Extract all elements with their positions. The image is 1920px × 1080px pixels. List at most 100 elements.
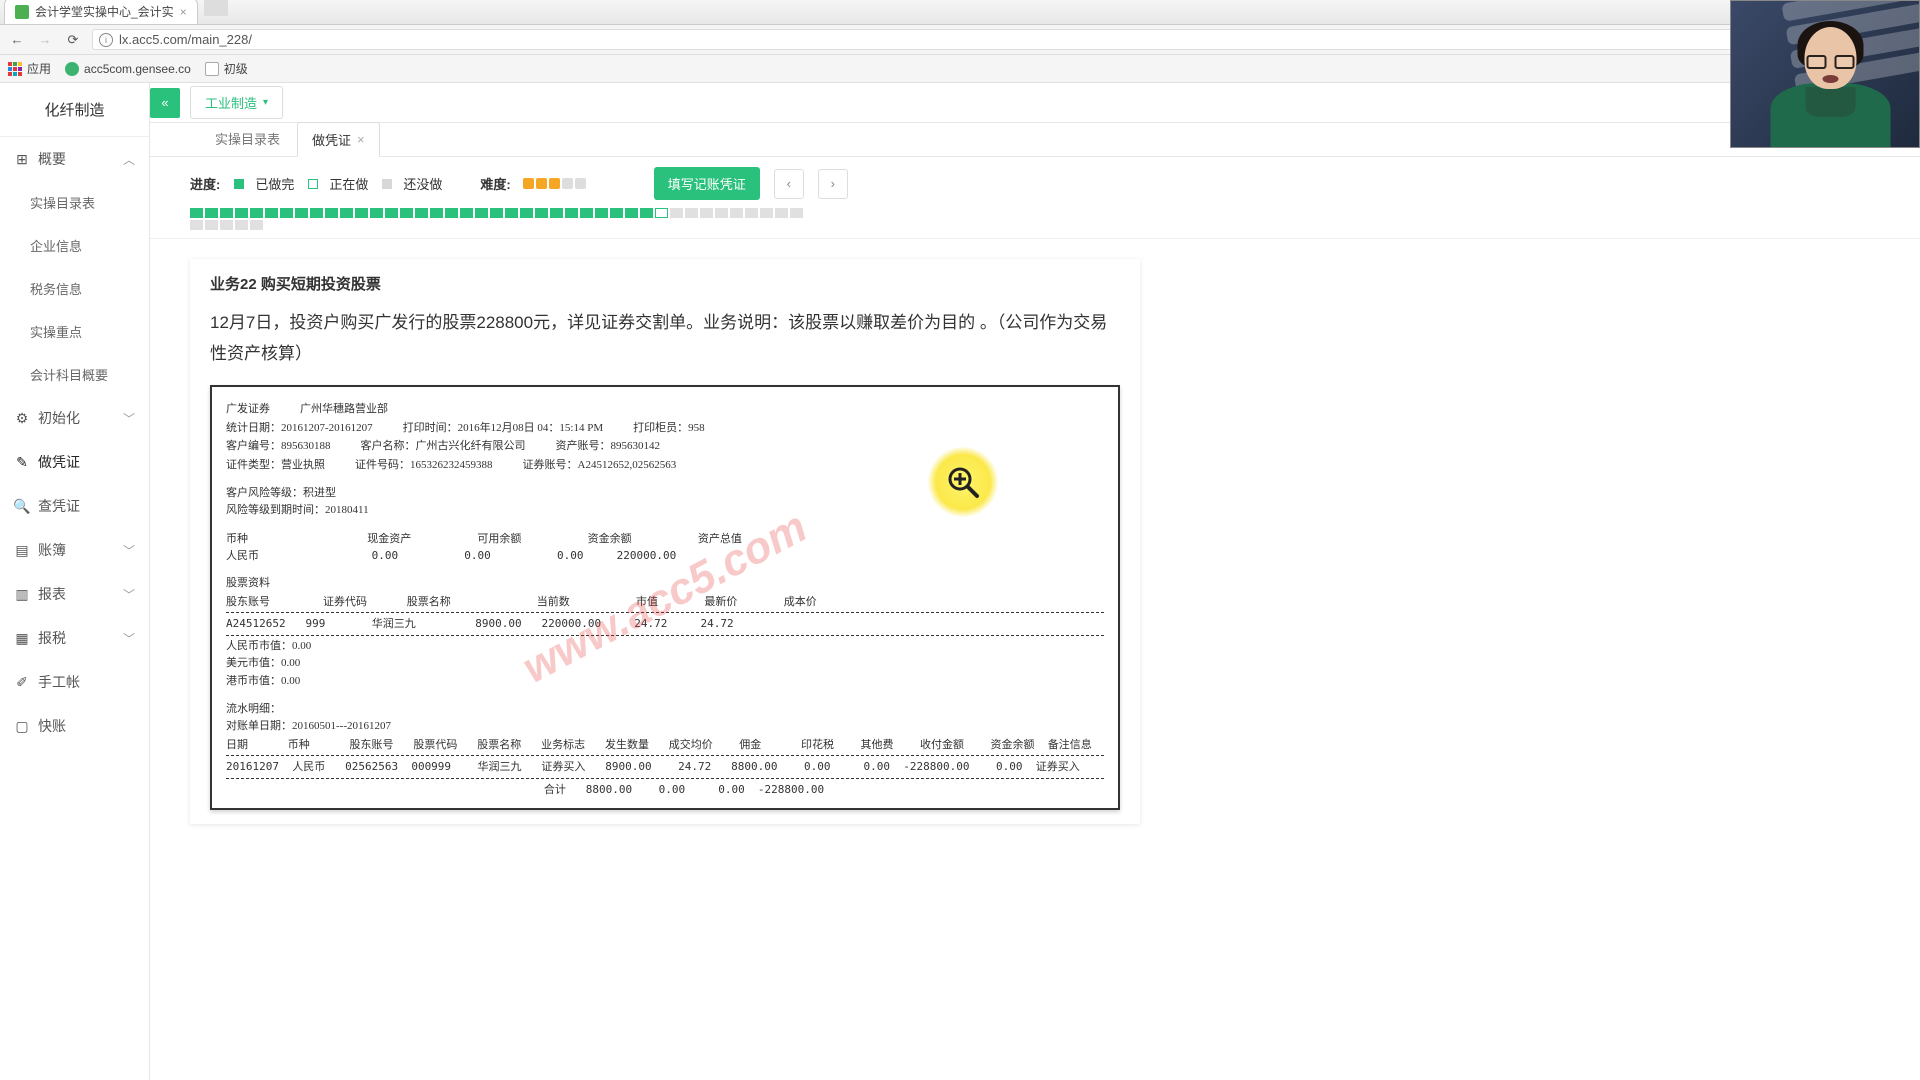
nav-subjects[interactable]: 会计科目概要 xyxy=(0,353,149,396)
difficulty-stars xyxy=(523,178,586,189)
nav-label: 会计科目概要 xyxy=(30,365,108,384)
nav-practice-list[interactable]: 实操目录表 xyxy=(0,181,149,224)
chevron-down-icon: ▾ xyxy=(263,97,268,108)
site-info-icon[interactable]: i xyxy=(99,33,113,47)
flow-totals: 合计 8800.00 0.00 0.00 -228800.00 xyxy=(226,781,1104,799)
nav-company-info[interactable]: 企业信息 xyxy=(0,224,149,267)
nav-manual[interactable]: ✐ 手工帐 xyxy=(0,660,149,704)
address-bar[interactable]: i lx.acc5.com/main_228/ xyxy=(92,29,1912,50)
nav-label: 快账 xyxy=(38,716,66,736)
label: 打印柜员： xyxy=(633,422,688,434)
task-description: 12月7日，投资户购买广发行的股票228800元，详见证券交割单。业务说明：该股… xyxy=(210,308,1120,369)
value: 营业执照 xyxy=(281,459,325,471)
assets-table: 币种 现金资产 可用余额 资金余额 资产总值 人民币 0.00 0.00 0.0… xyxy=(226,530,1104,565)
new-tab-button[interactable] xyxy=(204,0,228,16)
value: 20180411 xyxy=(325,504,369,516)
label: 统计日期： xyxy=(226,422,281,434)
nav-overview[interactable]: ⊞ 概要 ︿ xyxy=(0,137,149,181)
progress-bar[interactable] xyxy=(190,208,810,230)
pencil-icon: ✎ xyxy=(14,454,30,470)
nav-tax[interactable]: ▦ 报税 ﹀ xyxy=(0,616,149,660)
tab-title: 会计学堂实操中心_会计实 xyxy=(35,3,174,20)
mkt-cny: 人民币市值：0.00 xyxy=(226,638,1104,656)
forward-icon[interactable]: → xyxy=(36,31,54,49)
stock-section-title: 股票资料 xyxy=(226,575,1104,593)
bookmark-gensee[interactable]: acc5com.gensee.co xyxy=(65,62,191,76)
sidebar: 化纤制造 ⊞ 概要 ︿ 实操目录表 企业信息 税务信息 实操重点 会计科目概要 … xyxy=(0,83,150,1080)
doc-icon: ▢ xyxy=(14,718,30,734)
label: 资产账号： xyxy=(556,440,611,452)
value: A24512652,02562563 xyxy=(578,459,677,471)
nav-label: 概要 xyxy=(38,149,66,169)
value: 积进型 xyxy=(303,487,336,499)
nav-tax-info[interactable]: 税务信息 xyxy=(0,267,149,310)
legend-doing-icon xyxy=(308,179,318,189)
nav-label: 实操目录表 xyxy=(30,193,95,212)
browser-tab[interactable]: 会计学堂实操中心_会计实 × xyxy=(4,0,198,24)
tab-practice-list[interactable]: 实操目录表 xyxy=(200,121,295,156)
label: 证件号码： xyxy=(355,459,410,471)
tab-voucher[interactable]: 做凭证 × xyxy=(297,122,380,157)
receipt-document[interactable]: www.acc5.com 广发证券 广州华穗路营业部 xyxy=(210,385,1120,810)
search-icon: 🔍 xyxy=(14,498,30,514)
label: 客户名称： xyxy=(361,440,416,452)
legend-doing-label: 正在做 xyxy=(329,174,368,193)
label: 风险等级到期时间： xyxy=(226,504,325,516)
legend-done-label: 已做完 xyxy=(255,174,294,193)
apps-button[interactable]: 应用 xyxy=(8,60,51,77)
label: 对账单日期： xyxy=(226,720,292,732)
stock-row: A24512652 999 华润三九 8900.00 220000.00 24.… xyxy=(226,615,1104,633)
nav-label: 税务信息 xyxy=(30,279,82,298)
nav-make-voucher[interactable]: ✎ 做凭证 xyxy=(0,440,149,484)
reload-icon[interactable]: ⟳ xyxy=(64,31,82,49)
report-icon: ▥ xyxy=(14,586,30,602)
nav-quick[interactable]: ▢ 快账 xyxy=(0,704,149,748)
nav-key-points[interactable]: 实操重点 xyxy=(0,310,149,353)
value: 20160501---20161207 xyxy=(292,720,391,732)
chevron-down-icon: ﹀ xyxy=(123,410,135,427)
receipt-broker: 广发证券 xyxy=(226,401,270,419)
label: 证券账号： xyxy=(523,459,578,471)
value: 958 xyxy=(688,422,705,434)
nav-ledger[interactable]: ▤ 账簿 ﹀ xyxy=(0,528,149,572)
value: 广州古兴化纤有限公司 xyxy=(416,440,526,452)
chevron-up-icon: ︿ xyxy=(123,151,135,168)
tab-close-icon[interactable]: × xyxy=(357,132,365,147)
value: 165326232459388 xyxy=(410,459,493,471)
nav-label: 初始化 xyxy=(38,408,80,428)
fill-voucher-button[interactable]: 填写记账凭证 xyxy=(654,167,760,200)
label: 客户编号： xyxy=(226,440,281,452)
nav-lookup-voucher[interactable]: 🔍 查凭证 xyxy=(0,484,149,528)
book-icon: ▤ xyxy=(14,542,30,558)
prev-task-button[interactable]: ‹ xyxy=(774,169,804,199)
back-icon[interactable]: ← xyxy=(8,31,26,49)
chevron-down-icon: ﹀ xyxy=(123,542,135,559)
nav-label: 做凭证 xyxy=(38,452,80,472)
nav-init[interactable]: ⚙ 初始化 ﹀ xyxy=(0,396,149,440)
chevron-down-icon: ﹀ xyxy=(123,630,135,647)
bookmark-primary[interactable]: 初级 xyxy=(205,60,248,77)
grid-icon: ⊞ xyxy=(14,151,30,167)
nav-label: 企业信息 xyxy=(30,236,82,255)
tab-close-icon[interactable]: × xyxy=(180,5,187,19)
legend-todo-icon xyxy=(382,179,392,189)
stock-header: 股东账号 证券代码 股票名称 当前数 市值 最新价 成本价 xyxy=(226,593,1104,611)
next-task-button[interactable]: › xyxy=(818,169,848,199)
receipt-branch: 广州华穗路营业部 xyxy=(300,401,388,419)
favicon-icon xyxy=(15,5,29,19)
category-select[interactable]: 工业制造 ▾ xyxy=(190,86,283,119)
label: 打印时间： xyxy=(403,422,458,434)
tab-label: 做凭证 xyxy=(312,130,351,149)
nav-label: 查凭证 xyxy=(38,496,80,516)
nav-label: 账簿 xyxy=(38,540,66,560)
nav-report[interactable]: ▥ 报表 ﹀ xyxy=(0,572,149,616)
sidebar-collapse-button[interactable]: « xyxy=(150,88,180,118)
flow-section-title: 流水明细： xyxy=(226,701,1104,719)
legend-done-icon xyxy=(234,179,244,189)
pen-icon: ✐ xyxy=(14,674,30,690)
task-card: 业务22 购买短期投资股票 12月7日，投资户购买广发行的股票228800元，详… xyxy=(190,259,1140,824)
file-icon xyxy=(205,62,219,76)
value: 895630142 xyxy=(611,440,661,452)
tax-icon: ▦ xyxy=(14,630,30,646)
legend-todo-label: 还没做 xyxy=(403,174,442,193)
